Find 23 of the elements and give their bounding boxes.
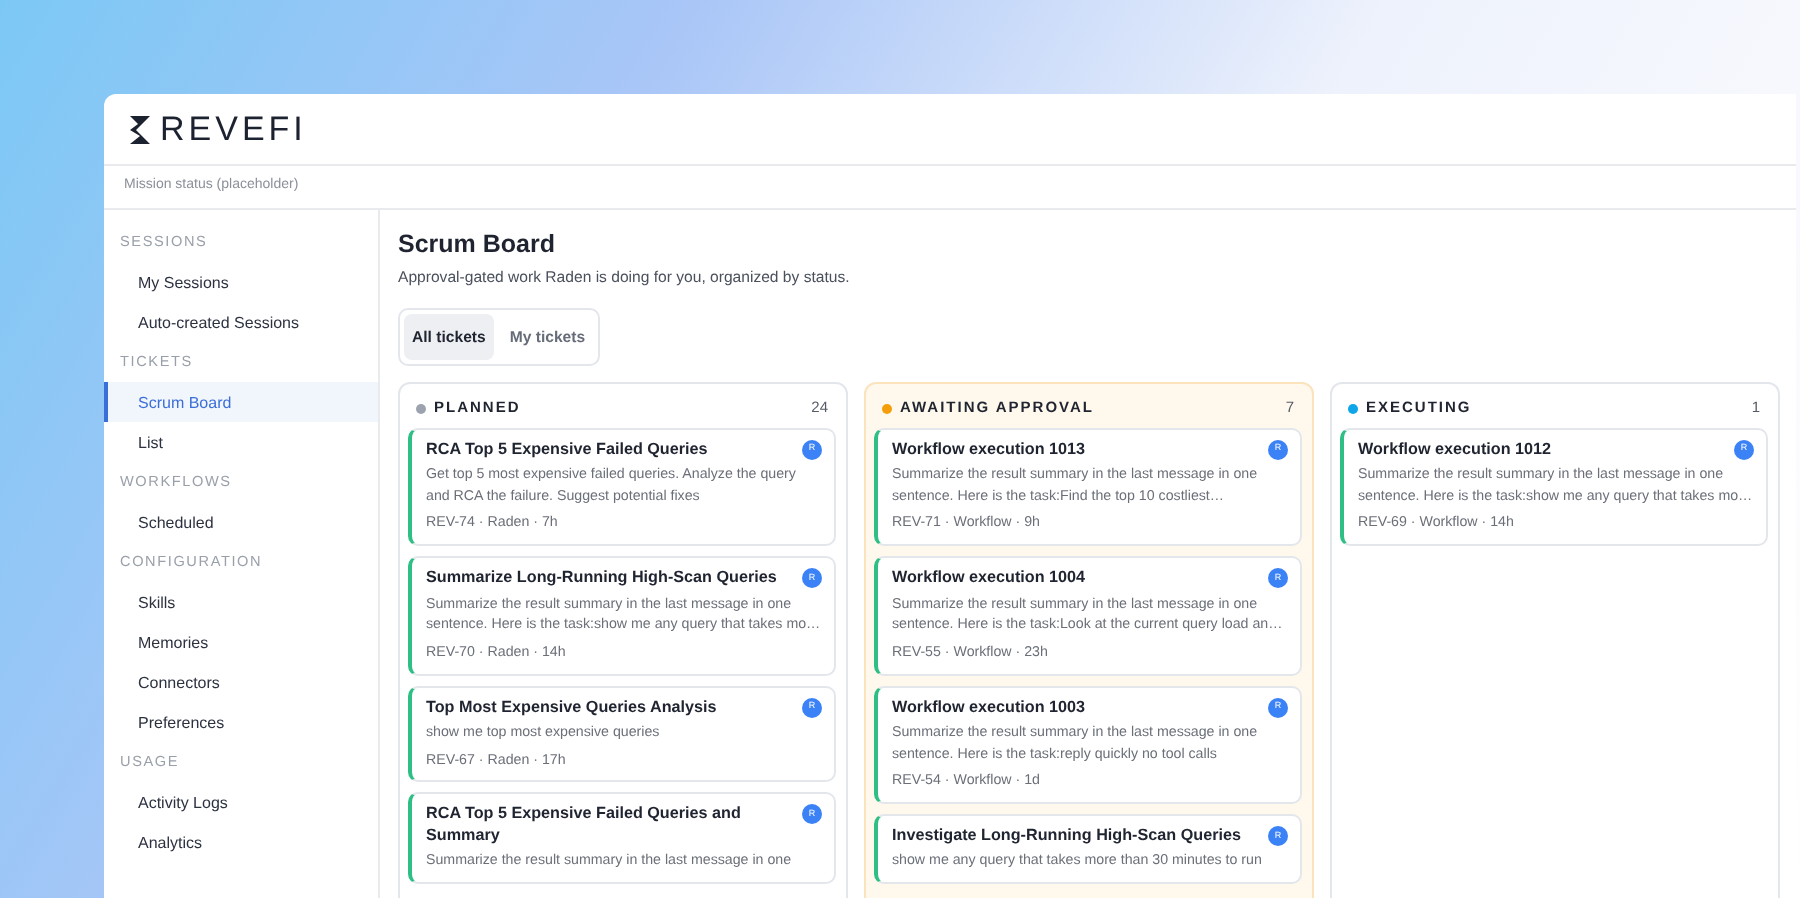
page-title: Scrum Board [398,230,557,260]
sidebar-item[interactable]: Activity Logs [104,781,378,822]
ticket-title: Workflow execution 1013 [892,439,1088,461]
sidebar-item[interactable]: Skills [104,581,378,622]
sidebar-item[interactable]: My Sessions [104,261,378,302]
ticket-title: RCA Top 5 Expensive Failed Queries and Summary [426,804,743,847]
ticket-title: Workflow execution 1004 [892,568,1088,590]
sidebar-item[interactable]: Auto-created Sessions [104,301,378,342]
sidebar-item[interactable]: Scheduled [104,501,378,542]
sidebar-item[interactable]: List [104,421,378,462]
sidebar-item[interactable]: Connectors [104,661,378,702]
ticket-title: Summarize Long-Running High-Scan Queries [426,568,779,590]
sidebar-item[interactable]: Memories [104,621,378,662]
sidebar-item[interactable]: Analytics [104,821,378,862]
ticket-title: Workflow execution 1003 [892,697,1088,719]
ticket-title: Investigate Long-Running High-Scan Queries [892,825,1243,847]
ticket-title: RCA Top 5 Expensive Failed Queries [426,439,710,461]
logo-icon [128,113,152,145]
ticket-title: Workflow execution 1012 [1358,439,1554,461]
brand-logo-text: REVEFI [160,107,307,152]
sidebar-item[interactable]: Preferences [104,701,378,742]
sidebar-item[interactable]: Scrum Board [104,381,378,422]
ticket-title: Top Most Expensive Queries Analysis [426,697,719,719]
